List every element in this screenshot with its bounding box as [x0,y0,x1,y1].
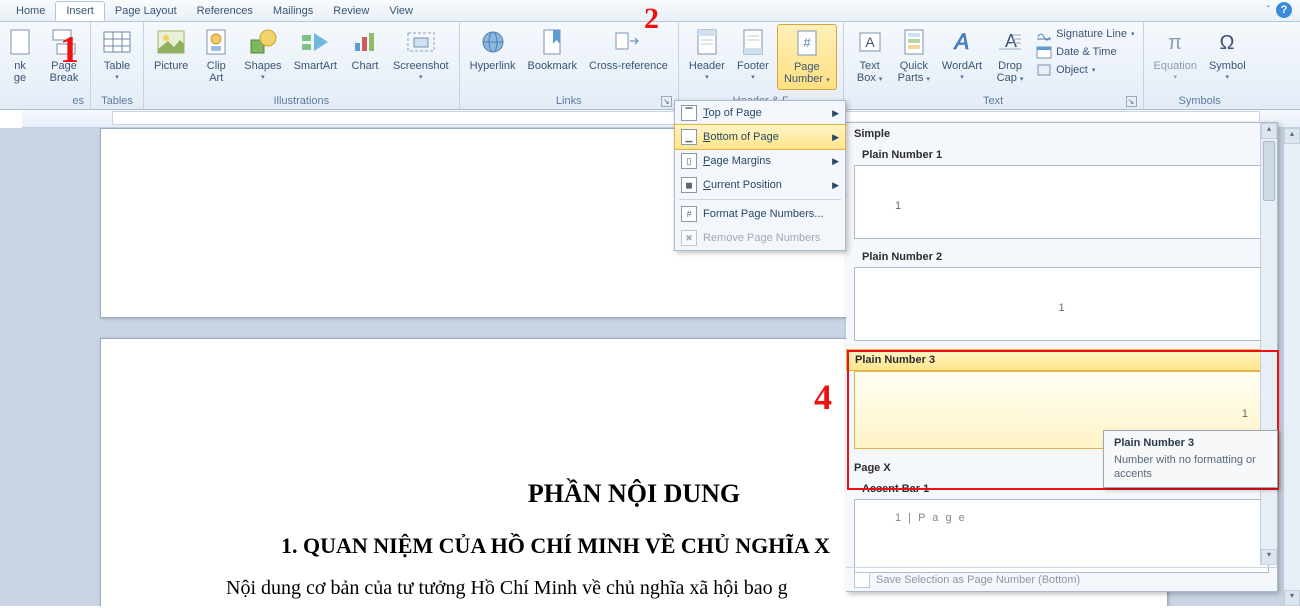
screenshot-button[interactable]: Screenshot▾ [389,24,453,86]
tab-review[interactable]: Review [323,2,379,20]
bookmark-button[interactable]: Bookmark [523,24,581,74]
footer-button[interactable]: Footer▾ [733,24,773,86]
document-scrollbar[interactable]: ▴ ▾ [1283,128,1300,606]
svg-text:A: A [953,29,970,54]
signature-line-button[interactable]: Signature Line ▾ [1036,26,1134,42]
minimize-ribbon-icon[interactable]: ˇ [1267,5,1270,16]
smartart-button[interactable]: SmartArt [290,24,341,74]
pn-bottom-of-page[interactable]: ▁Bottom of Page▶ [674,124,846,150]
page-number-button[interactable]: # PageNumber ▾ [777,24,837,90]
group-pages-label: es [0,93,84,109]
group-links-label: Links↘ [466,93,672,109]
tab-home[interactable]: Home [6,2,55,20]
annotation-1: 1 [60,28,79,72]
pn-page-margins[interactable]: ▯Page Margins▶ [675,149,845,173]
gallery-plain-number-2[interactable]: Plain Number 2 1 [854,247,1269,341]
annotation-4: 4 [814,376,832,418]
chart-button[interactable]: Chart [345,24,385,74]
tab-mailings[interactable]: Mailings [263,2,323,20]
quickparts-button[interactable]: QuickParts ▾ [894,24,934,88]
help-icon[interactable]: ? [1276,2,1292,18]
group-text-label: Text↘ [850,93,1137,109]
page-number-menu: ▔TTop of Pageop of Page▶ ▁Bottom of Page… [674,100,846,251]
group-illustrations-label: Illustrations [150,93,453,109]
table-button[interactable]: Table▾ [97,24,137,86]
tooltip-plain-number-3: Plain Number 3 Number with no formatting… [1103,430,1278,488]
gallery-plain-number-1[interactable]: Plain Number 1 1 [854,145,1269,239]
symbol-button[interactable]: Ω Symbol▾ [1205,24,1250,86]
tab-page-layout[interactable]: Page Layout [105,2,187,20]
svg-text:A: A [1005,31,1017,51]
page-number-gallery: Simple Plain Number 1 1 Plain Number 2 1… [846,122,1278,592]
textbox-button[interactable]: A TextBox ▾ [850,24,890,88]
pn-top-of-page[interactable]: ▔TTop of Pageop of Page▶ [675,101,845,125]
pn-current-position[interactable]: ◼Current Position▶ [675,173,845,197]
shapes-button[interactable]: Shapes▾ [240,24,285,86]
pn-remove-numbers: ✖Remove Page Numbers [675,226,845,250]
tab-view[interactable]: View [379,2,423,20]
gallery-scrollbar[interactable]: ▴ ▾ [1260,123,1277,565]
equation-button[interactable]: π Equation▾ [1150,24,1201,86]
picture-button[interactable]: Picture [150,24,192,74]
header-button[interactable]: Header▾ [685,24,729,86]
blank-page-button[interactable]: nkge [0,24,40,86]
tab-references[interactable]: References [187,2,263,20]
svg-text:π: π [1168,32,1182,54]
svg-text:#: # [803,35,811,50]
svg-text:Ω: Ω [1220,32,1235,54]
gallery-save-selection: Save Selection as Page Number (Bottom) [846,567,1277,591]
clipart-button[interactable]: ClipArt [196,24,236,86]
group-symbols-label: Symbols [1150,93,1250,109]
wordart-button[interactable]: A WordArt▾ [938,24,986,86]
object-button[interactable]: Object ▾ [1036,62,1134,78]
dropcap-button[interactable]: A DropCap ▾ [990,24,1030,88]
pn-format-numbers[interactable]: #Format Page Numbers... [675,202,845,226]
gallery-section-simple: Simple [846,123,1277,145]
gallery-accent-bar-1[interactable]: Accent Bar 1 1 | P a g e [854,479,1269,573]
group-tables-label: Tables [97,93,137,109]
svg-text:A: A [865,34,875,50]
annotation-2: 2 [644,2,659,36]
tab-insert[interactable]: Insert [55,1,105,21]
date-time-button[interactable]: Date & Time [1036,44,1134,60]
hyperlink-button[interactable]: Hyperlink [466,24,520,74]
